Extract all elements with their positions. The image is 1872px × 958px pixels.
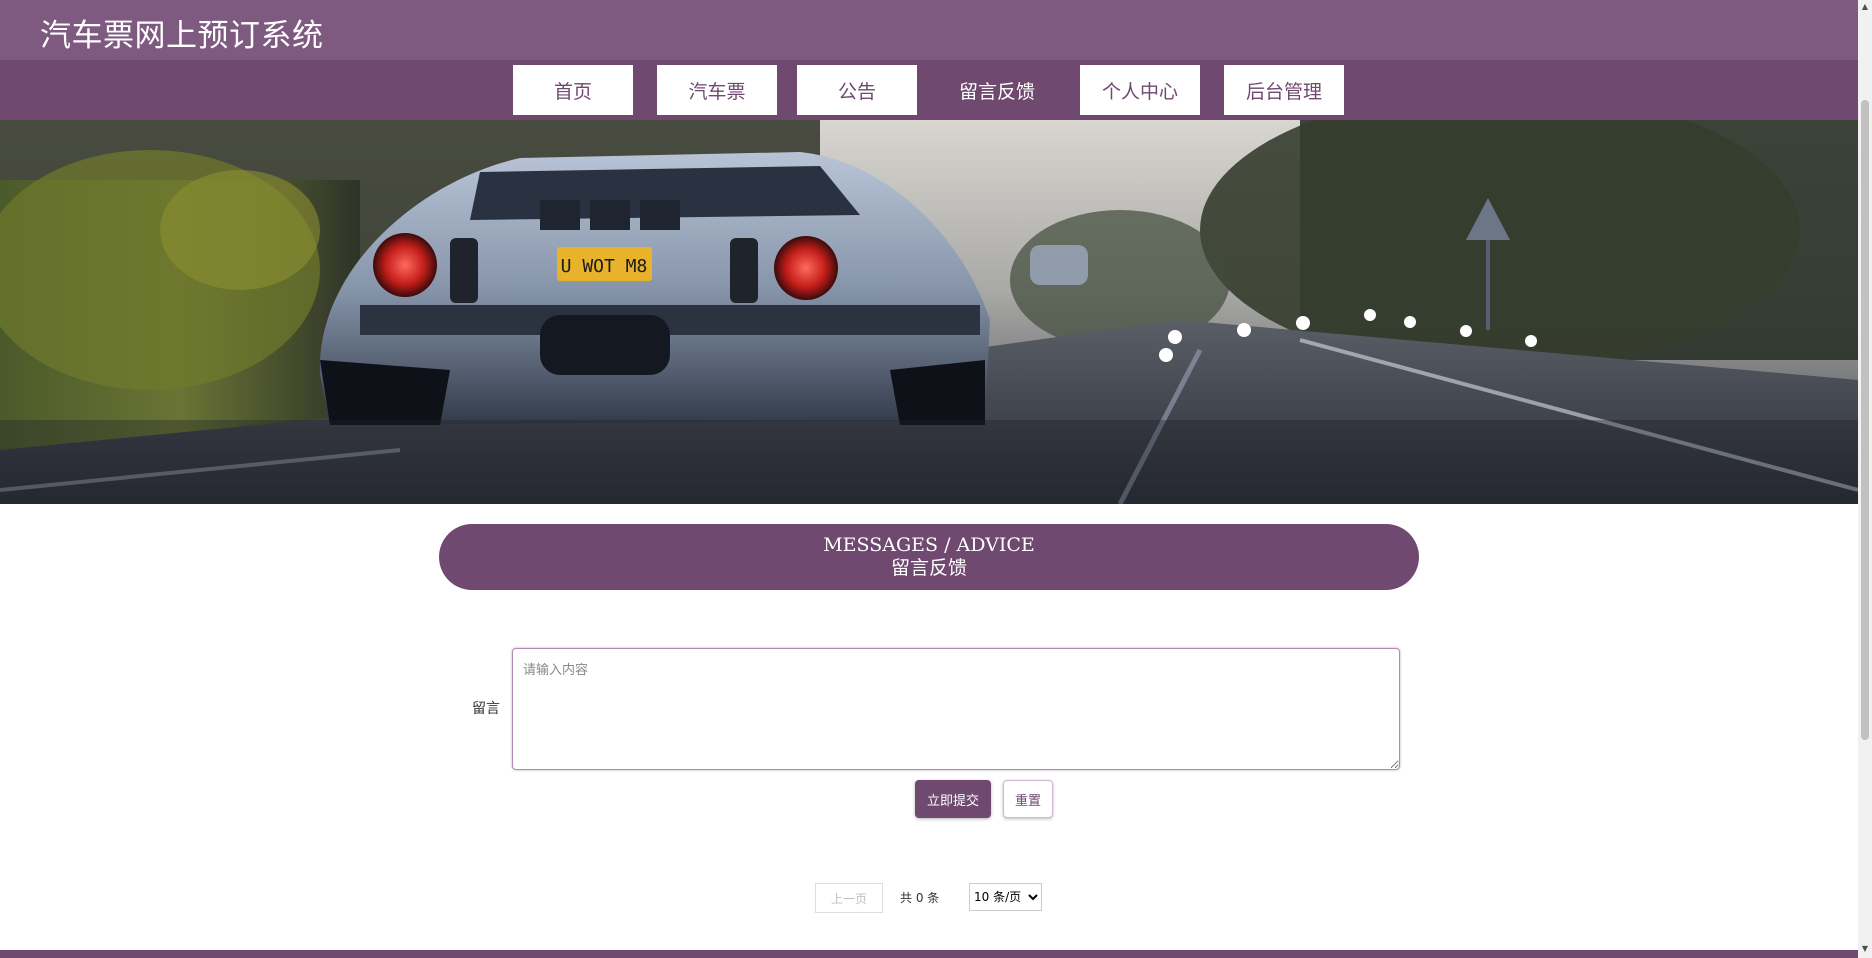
message-label: 留言 [472, 701, 500, 717]
page-scrollbar[interactable]: ▲ ▼ [1858, 0, 1872, 958]
top-header: 汽车票网上预订系统 [0, 0, 1858, 60]
scroll-thumb[interactable] [1861, 100, 1869, 740]
license-plate-text: U WOT M8 [561, 256, 648, 277]
page-size-select[interactable]: 10 条/页 [969, 883, 1042, 911]
section-title-en: MESSAGES / ADVICE [823, 534, 1035, 556]
section-title-banner: MESSAGES / ADVICE 留言反馈 [439, 524, 1419, 590]
car-banner-image: U WOT M8 [0, 120, 1858, 504]
section-title-cn: 留言反馈 [890, 557, 967, 579]
total-count: 共 0 条 [900, 891, 940, 905]
scroll-down-icon[interactable]: ▼ [1860, 944, 1870, 954]
nav-bus-tickets[interactable]: 汽车票 [657, 65, 777, 115]
nav-announcements[interactable]: 公告 [797, 65, 917, 115]
footer-bar [0, 950, 1858, 958]
nav-personal-center[interactable]: 个人中心 [1080, 65, 1200, 115]
reset-button[interactable]: 重置 [1003, 780, 1053, 818]
message-input[interactable] [512, 648, 1400, 770]
nav-home[interactable]: 首页 [513, 65, 633, 115]
submit-button[interactable]: 立即提交 [915, 780, 991, 818]
main-nav: 首页 汽车票 公告 留言反馈 个人中心 后台管理 [0, 60, 1858, 120]
site-title: 汽车票网上预订系统 [40, 18, 324, 54]
hero-banner: U WOT M8 [0, 120, 1858, 504]
prev-page-button[interactable]: 上一页 [815, 883, 883, 913]
scroll-up-icon[interactable]: ▲ [1860, 2, 1870, 12]
nav-feedback[interactable]: 留言反馈 [937, 65, 1057, 115]
nav-admin[interactable]: 后台管理 [1224, 65, 1344, 115]
